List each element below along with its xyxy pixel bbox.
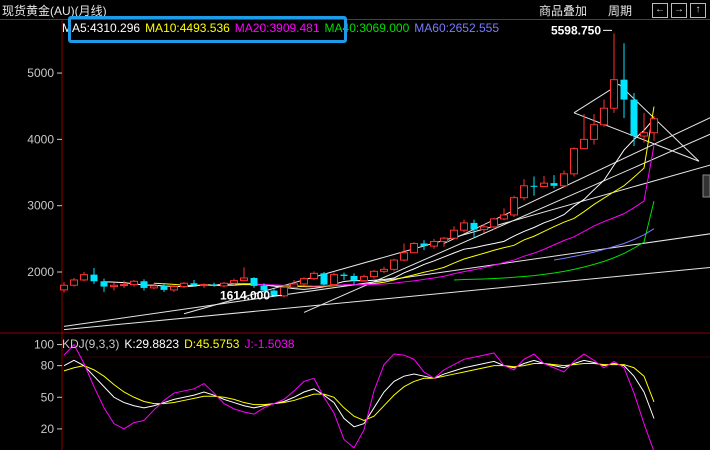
- arrow-up-icon[interactable]: ↑: [690, 3, 706, 18]
- candle-body: [420, 243, 428, 247]
- ma-highlight-box: [68, 16, 347, 43]
- candle-body: [370, 270, 378, 278]
- kdj-y-tick-label: 80: [41, 359, 55, 373]
- candle-body: [380, 268, 388, 272]
- kdj-y-tick-label: 20: [41, 422, 55, 436]
- candle-body: [220, 282, 228, 287]
- candle-body: [130, 280, 138, 286]
- candle-body: [80, 274, 88, 281]
- kdj-j-line: [63, 343, 654, 450]
- kdj-j-label: J:-1.5038: [244, 337, 295, 351]
- candle-body: [200, 284, 208, 287]
- candle-body: [570, 148, 578, 175]
- candle-body: [590, 124, 598, 140]
- kdj-name: KDJ(9,3,3): [62, 337, 120, 351]
- candle-body: [60, 284, 68, 291]
- candle-body: [450, 229, 458, 239]
- scroll-handle: [702, 174, 710, 198]
- candle-body: [100, 281, 108, 287]
- kdj-y-tick-label: 100: [34, 338, 54, 352]
- candle-body: [210, 284, 218, 286]
- candle-body: [150, 285, 158, 289]
- candle-body: [70, 279, 78, 286]
- candle-body: [480, 226, 488, 231]
- kdj-legend: KDJ(9,3,3) K:29.8823 D:45.5753 J:-1.5038: [62, 337, 300, 351]
- candle-body: [250, 277, 258, 286]
- candle-body: [600, 107, 608, 126]
- candle-body: [650, 118, 658, 134]
- period-button[interactable]: 周期: [608, 2, 632, 19]
- trend-line: [63, 233, 710, 327]
- candle-body: [240, 277, 248, 282]
- candle-body: [620, 79, 628, 100]
- chart-canvas[interactable]: 2000 3000 4000 5000 20 50 80 100 5598.750 1614.00…: [0, 0, 710, 450]
- ma20-line: [254, 145, 655, 287]
- candle-body: [110, 284, 118, 288]
- candle-body: [430, 240, 438, 247]
- candle-body: [300, 278, 308, 285]
- candle-body: [120, 284, 128, 287]
- candle-body: [530, 185, 538, 187]
- y-tick-label: 3000: [27, 199, 54, 213]
- candle-body: [580, 138, 588, 150]
- trend-line: [63, 267, 710, 331]
- candle-body: [190, 283, 198, 286]
- candle-body: [280, 286, 288, 297]
- candle-body: [550, 183, 558, 186]
- candle-body: [560, 173, 568, 187]
- candle-body: [360, 276, 368, 282]
- candle-body: [350, 275, 358, 281]
- candle-body: [640, 132, 648, 137]
- candle-body: [230, 280, 238, 284]
- candle-body: [310, 272, 318, 280]
- candle-body: [270, 290, 278, 296]
- arrow-right-icon[interactable]: →: [671, 3, 687, 18]
- candle-body: [320, 273, 328, 285]
- candle-body: [400, 252, 408, 261]
- kdj-y-tick-label: 50: [41, 390, 55, 404]
- arrow-left-icon[interactable]: ←: [652, 3, 668, 18]
- candle-body: [140, 281, 148, 288]
- candle-body: [470, 222, 478, 230]
- candle-body: [330, 274, 338, 286]
- low-annotation: 1614.000: [220, 289, 270, 303]
- candle-body: [390, 259, 398, 270]
- candle-body: [460, 222, 468, 231]
- candle-body: [160, 285, 168, 290]
- kdj-k-label: K:29.8823: [124, 337, 180, 351]
- candle-body: [170, 286, 178, 291]
- candle-body: [540, 182, 548, 187]
- candle-body: [610, 79, 618, 109]
- ma60-label: MA60:2652.555: [414, 21, 499, 35]
- high-annotation: 5598.750: [551, 23, 601, 37]
- candle-body: [630, 99, 638, 137]
- candle-body: [180, 282, 188, 288]
- candle-body: [410, 242, 418, 254]
- overlay-button[interactable]: 商品叠加: [539, 2, 587, 19]
- candle-body: [290, 283, 298, 288]
- kdj-d-label: D:45.5753: [184, 337, 240, 351]
- candle-body: [90, 274, 98, 282]
- y-tick-label: 2000: [27, 265, 54, 279]
- y-tick-label: 5000: [27, 66, 54, 80]
- candle-body: [520, 185, 528, 199]
- candle-body: [500, 214, 508, 220]
- candle-body: [440, 237, 448, 242]
- candle-body: [340, 274, 348, 276]
- candle-body: [510, 197, 518, 216]
- candle-body: [490, 218, 498, 228]
- y-tick-label: 4000: [27, 132, 54, 146]
